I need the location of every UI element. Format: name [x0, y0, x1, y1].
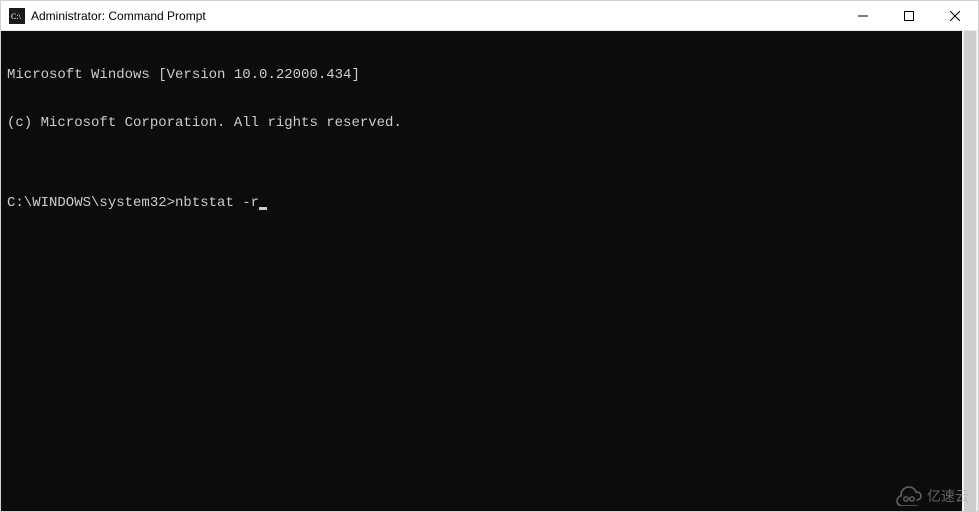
- typed-command: nbtstat -r: [175, 195, 259, 211]
- scrollbar-thumb[interactable]: [964, 31, 976, 511]
- maximize-button[interactable]: [886, 1, 932, 30]
- terminal-area: Microsoft Windows [Version 10.0.22000.43…: [1, 31, 978, 511]
- titlebar[interactable]: C:\ Administrator: Command Prompt: [1, 1, 978, 31]
- cursor: [259, 207, 267, 210]
- minimize-button[interactable]: [840, 1, 886, 30]
- version-line: Microsoft Windows [Version 10.0.22000.43…: [7, 67, 956, 83]
- prompt-path: C:\WINDOWS\system32>: [7, 195, 175, 211]
- terminal[interactable]: Microsoft Windows [Version 10.0.22000.43…: [1, 31, 962, 511]
- close-button[interactable]: [932, 1, 978, 30]
- prompt-line: C:\WINDOWS\system32>nbtstat -r: [7, 195, 956, 211]
- window-title: Administrator: Command Prompt: [31, 9, 840, 23]
- svg-text:C:\: C:\: [11, 12, 22, 21]
- command-prompt-window: C:\ Administrator: Command Prompt Micros…: [0, 0, 979, 512]
- vertical-scrollbar[interactable]: [962, 31, 978, 511]
- copyright-line: (c) Microsoft Corporation. All rights re…: [7, 115, 956, 131]
- cmd-icon: C:\: [9, 8, 25, 24]
- window-controls: [840, 1, 978, 30]
